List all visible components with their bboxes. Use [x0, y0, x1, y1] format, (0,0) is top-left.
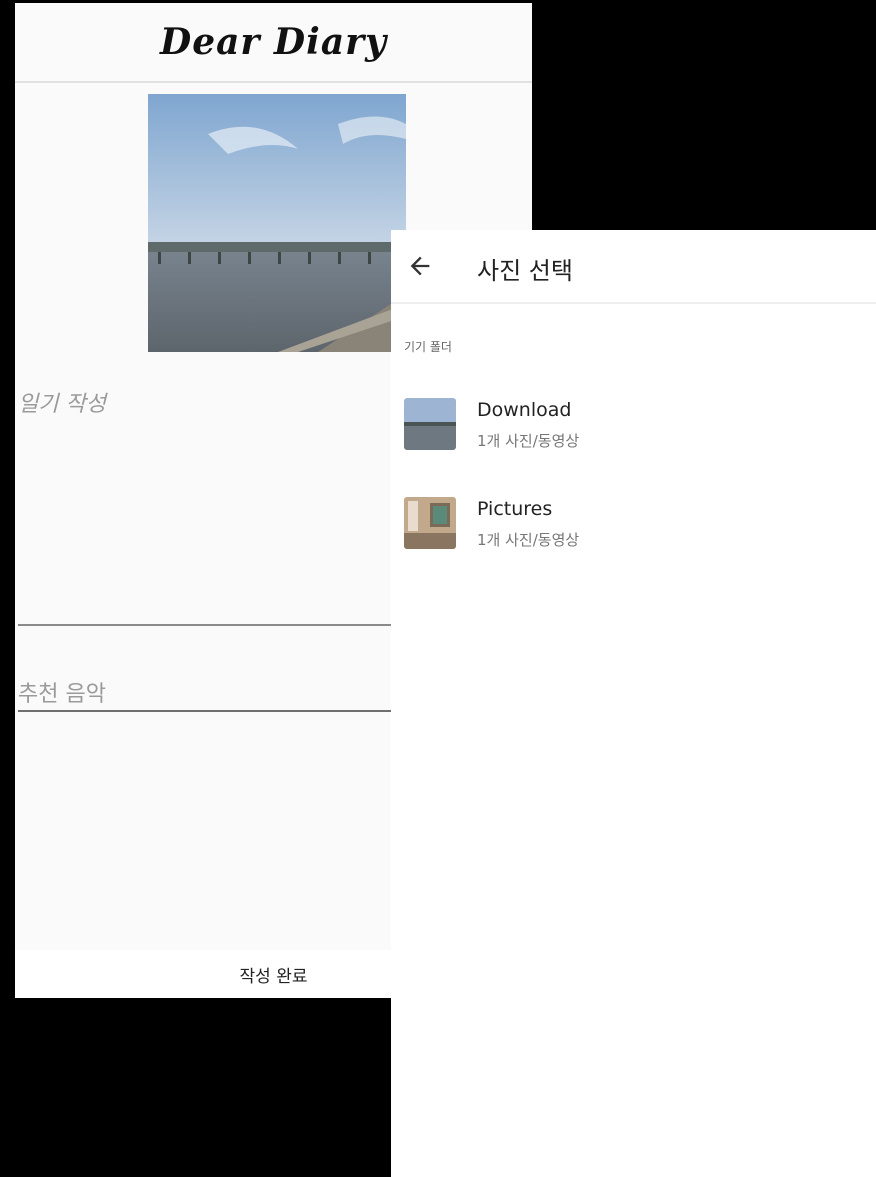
diary-placeholder: 일기 작성 [18, 392, 106, 417]
submit-label: 작성 완료 [239, 966, 308, 987]
picker-header: 사진 선택 [391, 230, 876, 304]
folder-count: 1개 사진/동영상 [477, 531, 580, 549]
music-placeholder: 추천 음악 [18, 682, 106, 707]
app-title: Dear Diary [159, 21, 388, 63]
app-header: Dear Diary [15, 3, 532, 83]
folder-download[interactable]: Download 1개 사진/동영상 [391, 393, 876, 463]
folder-thumbnail [404, 398, 456, 450]
photo-picker-screen: 사진 선택 기기 폴더 Download 1개 사진/동영상 Pictures … [391, 230, 876, 1177]
folder-thumbnail [404, 497, 456, 549]
back-arrow-icon[interactable] [406, 252, 434, 280]
selected-photo[interactable] [148, 94, 406, 352]
folder-name: Download [477, 399, 572, 421]
folder-pictures[interactable]: Pictures 1개 사진/동영상 [391, 492, 876, 562]
folder-name: Pictures [477, 498, 553, 520]
device-folders-label: 기기 폴더 [404, 340, 452, 354]
picker-title: 사진 선택 [477, 257, 573, 285]
folder-count: 1개 사진/동영상 [477, 432, 580, 450]
